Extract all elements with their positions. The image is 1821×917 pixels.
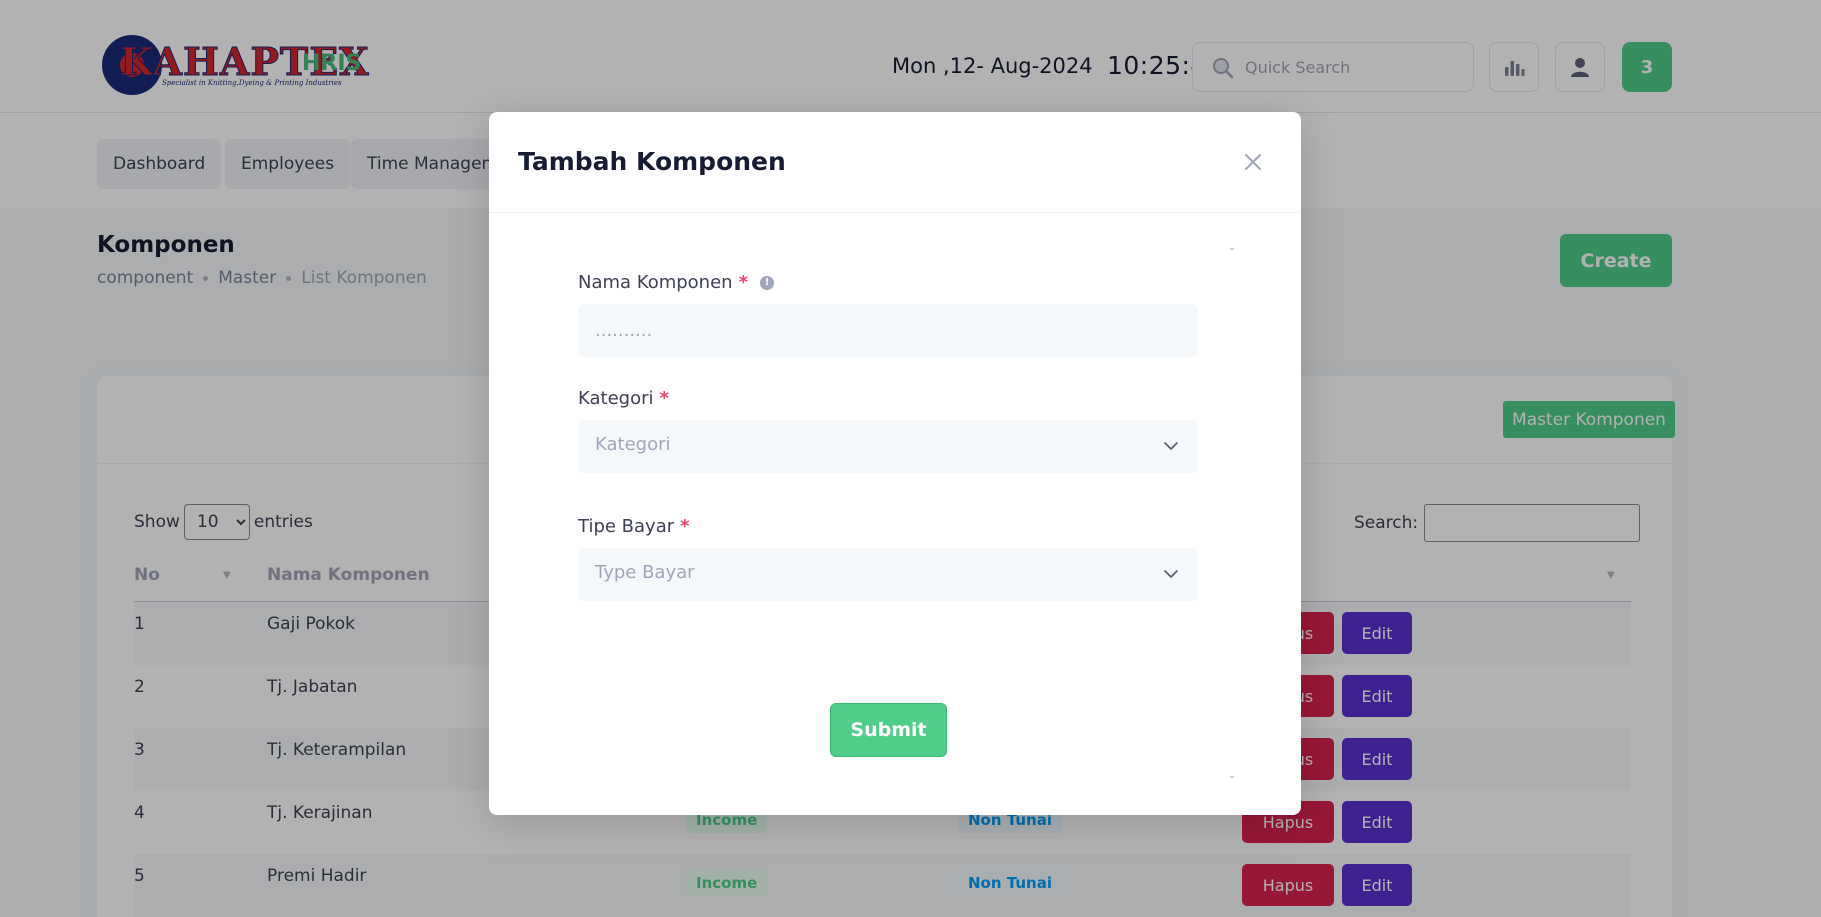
kategori-label: Kategori * bbox=[578, 388, 669, 409]
modal-header: Tambah Komponen bbox=[489, 112, 1301, 213]
nama-komponen-label-text: Nama Komponen bbox=[578, 272, 733, 293]
tipe-bayar-label: Tipe Bayar * bbox=[578, 516, 690, 537]
chevron-down-icon bbox=[1164, 442, 1178, 450]
kategori-label-text: Kategori bbox=[578, 388, 654, 409]
nama-komponen-label: Nama Komponen * ! bbox=[578, 272, 774, 293]
required-mark: * bbox=[659, 388, 669, 409]
tambah-komponen-modal: Tambah Komponen Nama Komponen * ! Katego… bbox=[489, 112, 1301, 815]
required-mark: * bbox=[680, 516, 690, 537]
chevron-down-icon bbox=[1164, 570, 1178, 578]
modal-title: Tambah Komponen bbox=[518, 147, 786, 176]
tipe-bayar-select-placeholder: Type Bayar bbox=[595, 562, 695, 583]
scrollbar-indicator bbox=[1230, 776, 1234, 778]
kategori-select-placeholder: Kategori bbox=[595, 434, 671, 455]
scrollbar-indicator bbox=[1230, 248, 1234, 250]
kategori-select[interactable]: Kategori bbox=[578, 420, 1198, 473]
tipe-bayar-label-text: Tipe Bayar bbox=[578, 516, 675, 537]
close-icon[interactable] bbox=[1241, 150, 1265, 174]
required-mark: * bbox=[738, 272, 748, 293]
nama-komponen-input[interactable] bbox=[578, 304, 1198, 357]
info-icon[interactable]: ! bbox=[760, 275, 774, 290]
submit-button[interactable]: Submit bbox=[830, 703, 947, 757]
tipe-bayar-select[interactable]: Type Bayar bbox=[578, 548, 1198, 601]
